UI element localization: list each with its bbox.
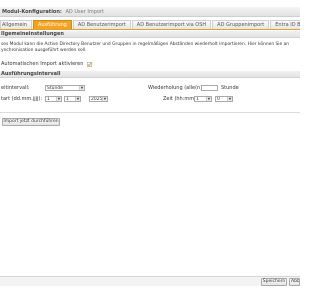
time-minute-value: 0	[217, 97, 220, 102]
start-day-select[interactable]: 1 ▼	[45, 96, 62, 102]
time-hour-value: 1	[196, 97, 199, 102]
interval-section: Ausführungsintervall	[0, 71, 300, 78]
start-year-value: 2025	[91, 97, 103, 102]
execution-panel: Ilgemeineinstellungen ses Modul kann die…	[0, 31, 300, 276]
general-settings-header: Ilgemeineinstellungen	[0, 31, 300, 38]
repeat-unit-label: Stunde	[221, 85, 239, 91]
time-hour-select[interactable]: 1 ▼	[194, 96, 212, 102]
tab-allgemein[interactable]: Allgemein	[0, 20, 32, 29]
run-import-now-button[interactable]: Import jetzt durchführen	[2, 118, 60, 126]
interval-label: eitintervall:	[1, 85, 30, 91]
chevron-down-icon: ▼	[79, 86, 84, 90]
repeat-input[interactable]	[201, 85, 218, 91]
auto-import-row: Automatischen Import aktivieren	[1, 61, 93, 68]
title-value: AD User Import	[65, 9, 104, 15]
tab-ad-gruppenimport[interactable]: AD Gruppenimport	[212, 20, 270, 29]
interval-select[interactable]: Stunde ▼	[45, 85, 85, 91]
interval-header: Ausführungsintervall	[0, 71, 300, 78]
repeat-label: Wiederholung (alle(n)	[148, 85, 203, 91]
auto-import-checkbox[interactable]	[87, 62, 93, 67]
cancel-button[interactable]: Abb	[289, 278, 300, 286]
tab-ad-benutzerimport-osh[interactable]: AD Benutzerimport via OSH	[131, 20, 212, 29]
checkbox-checked-icon	[87, 62, 93, 67]
chevron-down-icon: ▼	[75, 97, 80, 101]
start-year-select[interactable]: 2025 ▼	[89, 96, 108, 102]
title-bar: Modul-Konfiguration: AD User Import	[0, 7, 300, 17]
save-button[interactable]: Speichern	[261, 278, 287, 286]
tab-ad-benutzerimport[interactable]: AD Benutzerimport	[72, 20, 131, 29]
footer-bar: Speichern Abb	[0, 276, 300, 286]
start-day-value: 1	[47, 97, 50, 102]
interval-select-value: Stunde	[47, 86, 63, 91]
chevron-down-icon: ▼	[206, 97, 211, 101]
start-month-select[interactable]: 1 ▼	[64, 96, 81, 102]
tab-ausfuehrung[interactable]: Ausführung	[32, 20, 72, 29]
time-label: Zeit (hh:mm):	[163, 96, 198, 102]
module-description: ses Modul kann die Active Directory Benu…	[0, 42, 300, 54]
chevron-down-icon: ▼	[102, 97, 107, 101]
time-minute-select[interactable]: 0 ▼	[215, 96, 233, 102]
chevron-down-icon: ▼	[227, 97, 232, 101]
divider	[0, 112, 300, 113]
module-config-window: Modul-Konfiguration: AD User Import Allg…	[0, 0, 300, 300]
description-line-2: ynchronisation ausgeführt werden soll.	[1, 48, 87, 53]
start-month-value: 1	[66, 97, 69, 102]
auto-import-label: Automatischen Import aktivieren	[1, 61, 84, 67]
tab-bar: Allgemein Ausführung AD Benutzerimport A…	[0, 20, 300, 30]
title-label: Modul-Konfiguration:	[2, 9, 62, 15]
tab-entra-id-benutzerimport[interactable]: Entra ID Benutzerimport	[270, 20, 300, 29]
start-date-label: tart (dd.mm.jjjj):	[1, 96, 43, 102]
chevron-down-icon: ▼	[56, 97, 61, 101]
